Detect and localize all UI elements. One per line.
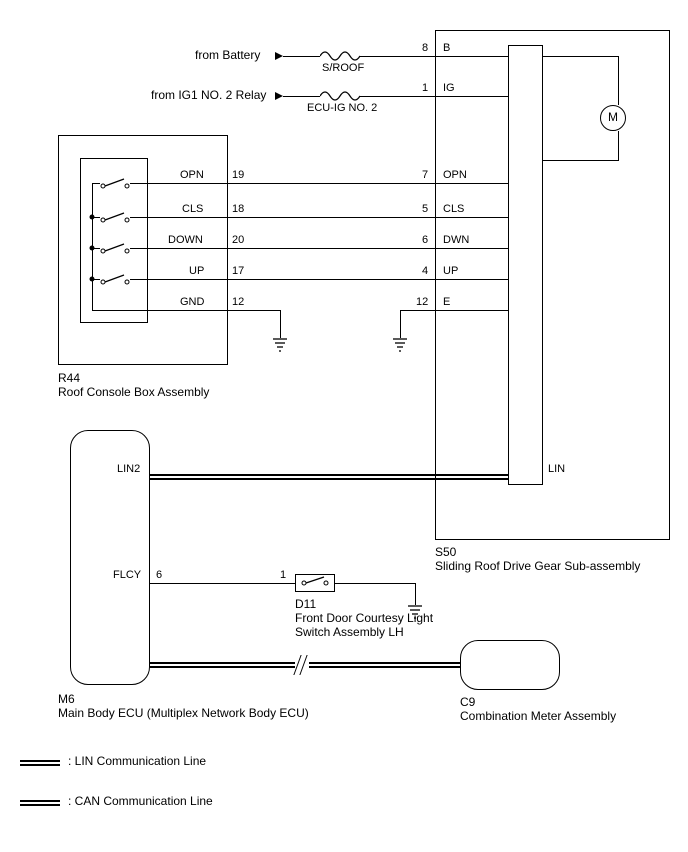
d11-box [295,574,335,592]
wire [283,56,320,57]
fuse-sroof-label: S/ROOF [322,62,364,74]
pin-name: B [443,42,450,54]
pin-name: GND [180,296,204,308]
ground-icon [393,338,407,356]
wire [618,131,619,160]
c9-id: C9 [460,696,475,709]
wire [415,583,416,605]
wire [283,96,320,97]
arrow-icon [275,52,283,60]
d11-name-1: Front Door Courtesy Light [295,612,433,625]
wire [400,310,401,338]
wiring-diagram: M from Battery S/ROOF 8 B from IG1 NO. 2… [0,0,688,852]
wire [360,56,508,57]
pin-num: 5 [422,203,428,215]
fuse-ecuig-label: ECU-IG NO. 2 [307,102,377,114]
pin-num: 17 [232,265,244,277]
wire [130,217,508,218]
pin-name: DWN [443,234,469,246]
pin-name: UP [443,265,458,277]
d11-name-2: Switch Assembly LH [295,626,404,639]
m6-name: Main Body ECU (Multiplex Network Body EC… [58,707,309,720]
lin-bus [150,474,508,480]
switch-up-icon [100,273,130,285]
wire [618,56,619,105]
pin-name: OPN [443,169,467,181]
pin-name: UP [189,265,204,277]
motor-icon: M [600,105,626,131]
wire [92,217,100,218]
legend-can-icon [20,800,60,806]
wire [130,279,508,280]
m6-id: M6 [58,693,75,706]
pin-num: 19 [232,169,244,181]
pin-num: 1 [280,569,286,581]
c9-name: Combination Meter Assembly [460,710,616,723]
pin-num: 4 [422,265,428,277]
c9-box [460,640,560,690]
pin-num: 6 [422,234,428,246]
switch-cls-icon [100,211,130,223]
legend-lin-icon [20,760,60,766]
wire [130,183,508,184]
pin-name: E [443,296,450,308]
pin-name: OPN [180,169,204,181]
ground-icon [273,338,287,356]
s50-inner-box [508,45,543,485]
wire [150,583,295,584]
arrow-icon [275,92,283,100]
fuse-sroof-icon [320,51,360,61]
pin-name: CLS [182,203,203,215]
pin-name: LIN [548,463,565,475]
wire [543,160,619,161]
pin-name: CLS [443,203,464,215]
wire [92,183,100,184]
r44-name: Roof Console Box Assembly [58,386,209,399]
s50-name: Sliding Roof Drive Gear Sub-assembly [435,560,640,573]
pin-num: 1 [422,82,428,94]
legend-lin: : LIN Communication Line [68,755,206,768]
wire [130,248,508,249]
wire [360,96,508,97]
from-battery-label: from Battery [195,49,260,62]
pin-num: 12 [416,296,428,308]
legend-can: : CAN Communication Line [68,795,213,808]
r44-id: R44 [58,372,80,385]
fuse-ecuig-icon [320,91,360,101]
wire [543,56,618,57]
pin-num: 6 [156,569,162,581]
pin-num: 7 [422,169,428,181]
d11-id: D11 [295,598,316,611]
switch-opn-icon [100,177,130,189]
wire [92,248,100,249]
wire [400,310,508,311]
pin-name: IG [443,82,455,94]
s50-id: S50 [435,546,456,559]
pin-name: LIN2 [117,463,140,475]
switch-down-icon [100,242,130,254]
wire [280,310,281,338]
pin-num: 12 [232,296,244,308]
pin-name: DOWN [168,234,203,246]
pin-num: 8 [422,42,428,54]
wire [92,310,280,311]
pin-num: 18 [232,203,244,215]
wire [335,583,415,584]
bus-break-icon [295,657,309,673]
pin-num: 20 [232,234,244,246]
from-ig1-label: from IG1 NO. 2 Relay [151,89,266,102]
pin-name: FLCY [113,569,141,581]
wire [92,279,100,280]
